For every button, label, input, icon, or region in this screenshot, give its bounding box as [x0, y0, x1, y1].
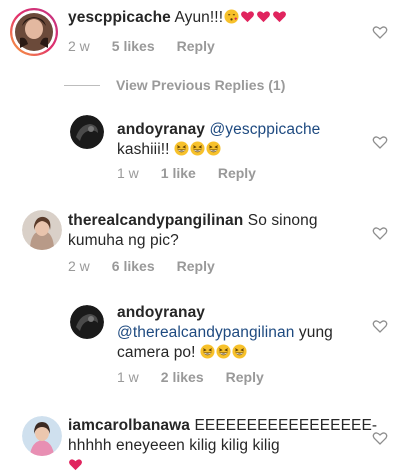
red-heart-icon: [240, 9, 255, 24]
avatar[interactable]: [22, 416, 62, 456]
view-previous-label[interactable]: View Previous Replies (1): [116, 77, 285, 93]
heart-outline-icon[interactable]: [372, 24, 388, 40]
comment-body: Ayun!!!: [174, 9, 224, 26]
comment-body: So sinong: [247, 212, 318, 229]
comment-therealcandypangilinan: therealcandypangilinan So sinong kumuha …: [0, 205, 400, 280]
avatar[interactable]: [70, 305, 104, 339]
comment-likes[interactable]: 5 likes: [112, 38, 155, 54]
reply-andoyranay-2: andoyranay @therealcandypangilinan yung …: [0, 300, 400, 390]
comment-likes[interactable]: 2 likes: [161, 369, 204, 385]
comment-body-line2: camera po!: [117, 343, 247, 363]
reply-button[interactable]: Reply: [226, 369, 264, 385]
comment-time: 1 w: [117, 165, 139, 181]
comment-time: 1 w: [117, 369, 139, 385]
grinning-squinting-face-icon: [216, 344, 231, 359]
comment-meta: 2 w 6 likes Reply: [68, 258, 237, 274]
comment-time: 2 w: [68, 38, 90, 54]
mention-link[interactable]: @yescppicache: [209, 121, 320, 138]
reply-button[interactable]: Reply: [177, 38, 215, 54]
comment-body: kashiii!!: [117, 140, 221, 160]
comment-text: therealcandypangilinan So sinong: [68, 211, 318, 231]
comment-body: EEEEEEEEEEEEEEEEE-: [194, 417, 378, 434]
comment-meta: 2 w 5 likes Reply: [68, 38, 237, 54]
grinning-squinting-face-icon: [232, 344, 247, 359]
comment-text: andoyranay @yescppicache: [117, 120, 320, 140]
heart-outline-icon[interactable]: [372, 134, 388, 150]
avatar[interactable]: [10, 8, 58, 56]
heart-outline-icon[interactable]: [372, 430, 388, 446]
heart-outline-icon[interactable]: [372, 318, 388, 334]
comment-username[interactable]: iamcarolbanawa: [68, 417, 190, 434]
heart-outline-icon[interactable]: [372, 225, 388, 241]
avatar[interactable]: [70, 115, 104, 149]
comment-body-text: kashiii!!: [117, 141, 170, 158]
avatar-image: [22, 210, 62, 250]
comment-likes[interactable]: 1 like: [161, 165, 196, 181]
grinning-squinting-face-icon: [190, 141, 205, 156]
comment-yescppicache: yescppicache Ayun!!! 2 w 5 likes Reply: [0, 0, 400, 60]
comment-iamcarolbanawa: iamcarolbanawa EEEEEEEEEEEEEEEEE- hhhhh …: [0, 410, 400, 473]
comment-text: iamcarolbanawa EEEEEEEEEEEEEEEEE-: [68, 416, 377, 436]
comment-mention-line: @therealcandypangilinan yung: [117, 323, 333, 343]
comment-likes[interactable]: 6 likes: [112, 258, 155, 274]
comment-username[interactable]: therealcandypangilinan: [68, 212, 243, 229]
red-heart-icon: [272, 9, 287, 24]
avatar-image: [10, 8, 58, 56]
grinning-squinting-face-icon: [174, 141, 189, 156]
avatar-image: [22, 416, 62, 456]
mention-link[interactable]: @therealcandypangilinan: [117, 324, 294, 341]
comment-meta: 1 w 2 likes Reply: [117, 369, 286, 385]
avatar-image: [70, 305, 104, 339]
view-previous-replies[interactable]: View Previous Replies (1): [64, 77, 285, 93]
reply-button[interactable]: Reply: [218, 165, 256, 181]
comment-text: yescppicache Ayun!!!: [68, 8, 287, 28]
comment-username[interactable]: yescppicache: [68, 9, 171, 26]
avatar-image: [70, 115, 104, 149]
comment-body: yung: [298, 324, 333, 341]
grinning-squinting-face-icon: [206, 141, 221, 156]
comment-body-line2: hhhhh eneyeeen kilig kilig kilig: [68, 437, 280, 454]
red-heart-icon: [256, 9, 271, 24]
comment-time: 2 w: [68, 258, 90, 274]
smiling-kissing-face-icon: [224, 9, 239, 24]
comment-text: andoyranay: [117, 303, 205, 323]
comment-meta: 1 w 1 like Reply: [117, 165, 278, 181]
grinning-squinting-face-icon: [200, 344, 215, 359]
comment-username[interactable]: andoyranay: [117, 121, 205, 138]
comment-emoji-line: [68, 456, 83, 473]
comment-body-text: camera po!: [117, 344, 196, 361]
red-heart-icon: [68, 457, 83, 472]
avatar[interactable]: [22, 210, 62, 250]
reply-andoyranay-1: andoyranay @yescppicache kashiii!! 1 w 1…: [0, 110, 400, 190]
comment-username[interactable]: andoyranay: [117, 304, 205, 321]
comment-body-line2: kumuha ng pic?: [68, 232, 179, 249]
divider-line: [64, 84, 100, 86]
reply-button[interactable]: Reply: [177, 258, 215, 274]
